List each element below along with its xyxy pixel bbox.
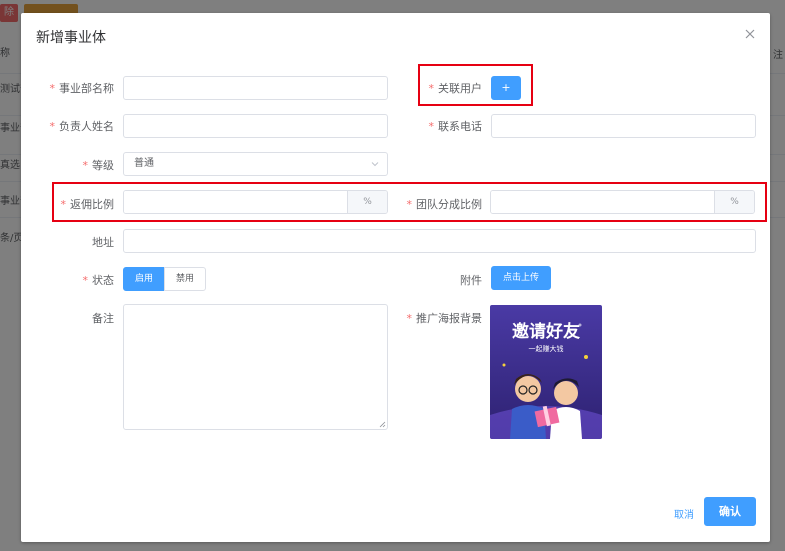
level-label: * 等级 [82, 159, 115, 172]
resize-handle-icon[interactable] [378, 420, 386, 428]
poster-title: 邀请好友 [512, 321, 580, 342]
confirm-button[interactable]: 确认 [704, 497, 756, 526]
attachment-label: 附件 [460, 274, 482, 287]
remark-textarea[interactable] [123, 304, 388, 430]
upload-button[interactable]: 点击上传 [491, 266, 551, 290]
status-label: * 状态 [82, 274, 115, 287]
remark-label: 备注 [92, 312, 114, 325]
status-disable-button[interactable]: 禁用 [164, 267, 206, 291]
dialog-title: 新增事业体 [36, 30, 106, 46]
team-share-input-group: % [490, 190, 755, 214]
status-enable-button[interactable]: 启用 [123, 267, 165, 291]
percent-unit: % [714, 191, 754, 213]
invite-friends-illustration: 邀请好友 一起赚大钱 [490, 305, 602, 439]
poster-subtitle: 一起赚大钱 [529, 344, 564, 353]
manager-name-label: * 负责人姓名 [49, 120, 115, 133]
phone-input[interactable] [491, 114, 756, 138]
address-input[interactable] [123, 229, 756, 253]
manager-name-input[interactable] [123, 114, 388, 138]
dept-name-label: * 事业部名称 [49, 82, 115, 95]
percent-unit: % [347, 191, 387, 213]
linked-user-label: * 关联用户 [428, 82, 483, 95]
commission-label: * 返佣比例 [60, 198, 115, 211]
poster-bg-label: * 推广海报背景 [406, 312, 483, 325]
chevron-down-icon [371, 162, 379, 167]
add-linked-user-button[interactable]: + [491, 76, 521, 100]
phone-label: * 联系电话 [428, 120, 483, 133]
add-business-unit-dialog: 新增事业体 * 事业部名称 * 关联用户 + * 负责人姓名 * 联系电话 * 等级 普通… [21, 13, 770, 542]
level-select-value: 普通 [134, 158, 154, 169]
dept-name-input[interactable] [123, 76, 388, 100]
commission-input[interactable] [124, 191, 347, 213]
close-icon[interactable] [743, 27, 757, 41]
team-share-input[interactable] [491, 191, 714, 213]
team-share-label: * 团队分成比例 [406, 198, 483, 211]
address-label: 地址 [92, 236, 114, 249]
commission-input-group: % [123, 190, 388, 214]
poster-background-image[interactable]: 邀请好友 一起赚大钱 [490, 305, 602, 439]
level-select[interactable]: 普通 [123, 152, 388, 176]
cancel-button[interactable]: 取消 [674, 506, 694, 521]
